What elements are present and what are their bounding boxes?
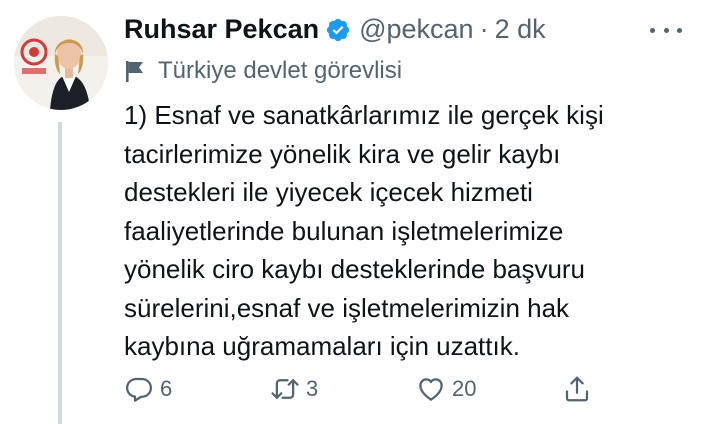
like-count: 20: [452, 376, 477, 401]
thread-line: [58, 122, 62, 424]
tweet-line: 1) Esnaf ve sanatkârlarımız ile gerçek k…: [124, 100, 604, 130]
separator-dot: ·: [479, 14, 489, 44]
flag-icon: [126, 61, 143, 82]
author-handle[interactable]: @pekcan: [359, 14, 473, 45]
tweet-actions: 6 3 20: [124, 369, 714, 409]
tweet-line: tacirlerimize yönelik kira ve gelir kayb…: [124, 138, 561, 169]
retweet-count: 3: [306, 376, 319, 401]
more-icon[interactable]: [650, 20, 682, 40]
tweet-line: kaybına uğramamaları için uzattık.: [124, 331, 520, 361]
avatar-photo: [14, 16, 108, 110]
like-icon: [419, 378, 443, 401]
tweet-line: destekleri ile yiyecek içecek hizmeti: [124, 177, 533, 207]
government-label[interactable]: Türkiye devlet görevlisi: [124, 57, 402, 85]
avatar[interactable]: [14, 16, 108, 110]
tweet-line: sürelerini,esnaf ve işletmelerimizin hak: [124, 292, 570, 323]
tweet-text: 1) Esnaf ve sanatkârlarımız ile gerçek k…: [124, 96, 714, 366]
tweet-line: yönelik ciro kaybı desteklerinde başvuru: [124, 254, 586, 284]
retweet-button[interactable]: 3: [270, 369, 318, 409]
share-button[interactable]: [562, 369, 592, 409]
reply-count: 6: [160, 376, 173, 401]
like-button[interactable]: 20: [416, 369, 476, 409]
share-icon: [565, 376, 589, 402]
author-name[interactable]: Ruhsar Pekcan: [124, 14, 319, 45]
tweet-header: Ruhsar Pekcan @pekcan · 2 dk: [124, 14, 546, 45]
verified-badge-icon: [326, 18, 350, 41]
tweet-line: faaliyetlerinde bulunan işletmelerimize: [124, 215, 564, 246]
label-text: Türkiye devlet görevlisi: [158, 57, 403, 84]
retweet-icon: [271, 379, 299, 399]
reply-button[interactable]: 6: [124, 369, 172, 409]
timestamp[interactable]: 2 dk: [495, 14, 546, 45]
reply-icon: [126, 377, 152, 402]
